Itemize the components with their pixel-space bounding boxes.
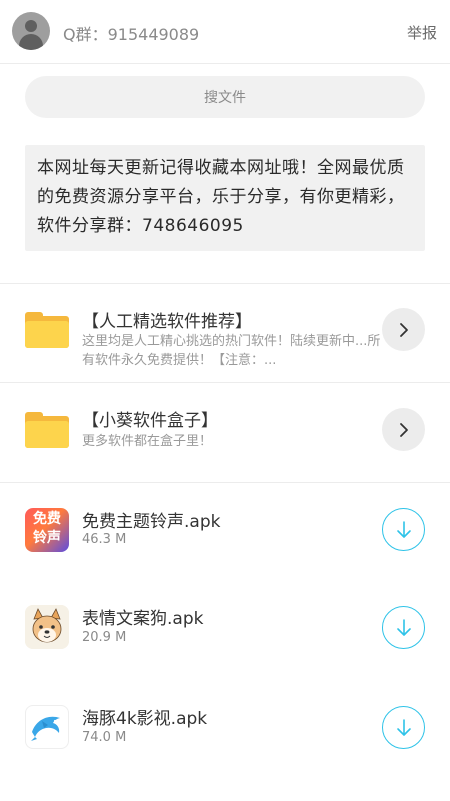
download-icon — [396, 520, 411, 538]
file-name: 表情文案狗.apk — [82, 609, 204, 629]
search-label: 搜文件 — [204, 90, 246, 106]
folder-title: 【小葵软件盒子】 — [82, 411, 218, 431]
avatar-icon[interactable] — [12, 12, 50, 50]
folder-title: 【人工精选软件推荐】 — [82, 312, 252, 332]
dolphin-app-icon — [25, 705, 69, 749]
shiba-dog-app-icon — [25, 605, 69, 649]
file-size: 74.0 M — [82, 730, 127, 745]
report-button[interactable]: 举报 — [407, 22, 437, 43]
ringtone-app-icon: 免费 铃声 — [25, 508, 69, 552]
download-button[interactable] — [382, 706, 425, 749]
download-icon — [396, 618, 411, 636]
chevron-right-icon — [399, 322, 408, 337]
folder-description: 这里均是人工精心挑选的热门软件！陆续更新中...所有软件永久免费提供！【注意：.… — [82, 334, 381, 368]
file-name: 免费主题铃声.apk — [82, 512, 221, 532]
qq-group-label: Q群：915449089 — [63, 25, 200, 44]
folder-row-selected-software[interactable]: 【人工精选软件推荐】 这里均是人工精心挑选的热门软件！陆续更新中...所有软件永… — [0, 284, 450, 382]
folder-icon — [25, 412, 69, 448]
notice-text: 本网址每天更新记得收藏本网址哦！全网最优质的免费资源分享平台，乐于分享，有你更精… — [25, 145, 425, 251]
download-button[interactable] — [382, 508, 425, 551]
open-folder-button[interactable] — [382, 408, 425, 451]
file-name: 海豚4k影视.apk — [82, 709, 208, 729]
folder-row-xiaokui-box[interactable]: 【小葵软件盒子】 更多软件都在盒子里！ — [0, 383, 450, 481]
open-folder-button[interactable] — [382, 308, 425, 351]
folder-description: 更多软件都在盒子里！ — [82, 434, 213, 449]
chevron-right-icon — [399, 422, 408, 437]
download-icon — [396, 718, 411, 736]
download-button[interactable] — [382, 606, 425, 649]
file-size: 20.9 M — [82, 630, 127, 645]
folder-icon — [25, 312, 69, 348]
header-bar: Q群：915449089 举报 — [0, 0, 450, 64]
search-files-button[interactable]: 搜文件 — [25, 76, 425, 118]
file-row[interactable]: 表情文案狗.apk 20.9 M — [0, 581, 450, 681]
file-row[interactable]: 海豚4k影视.apk 74.0 M — [0, 681, 450, 781]
file-size: 46.3 M — [82, 532, 127, 547]
file-row[interactable]: 免费 铃声 免费主题铃声.apk 46.3 M — [0, 483, 450, 581]
